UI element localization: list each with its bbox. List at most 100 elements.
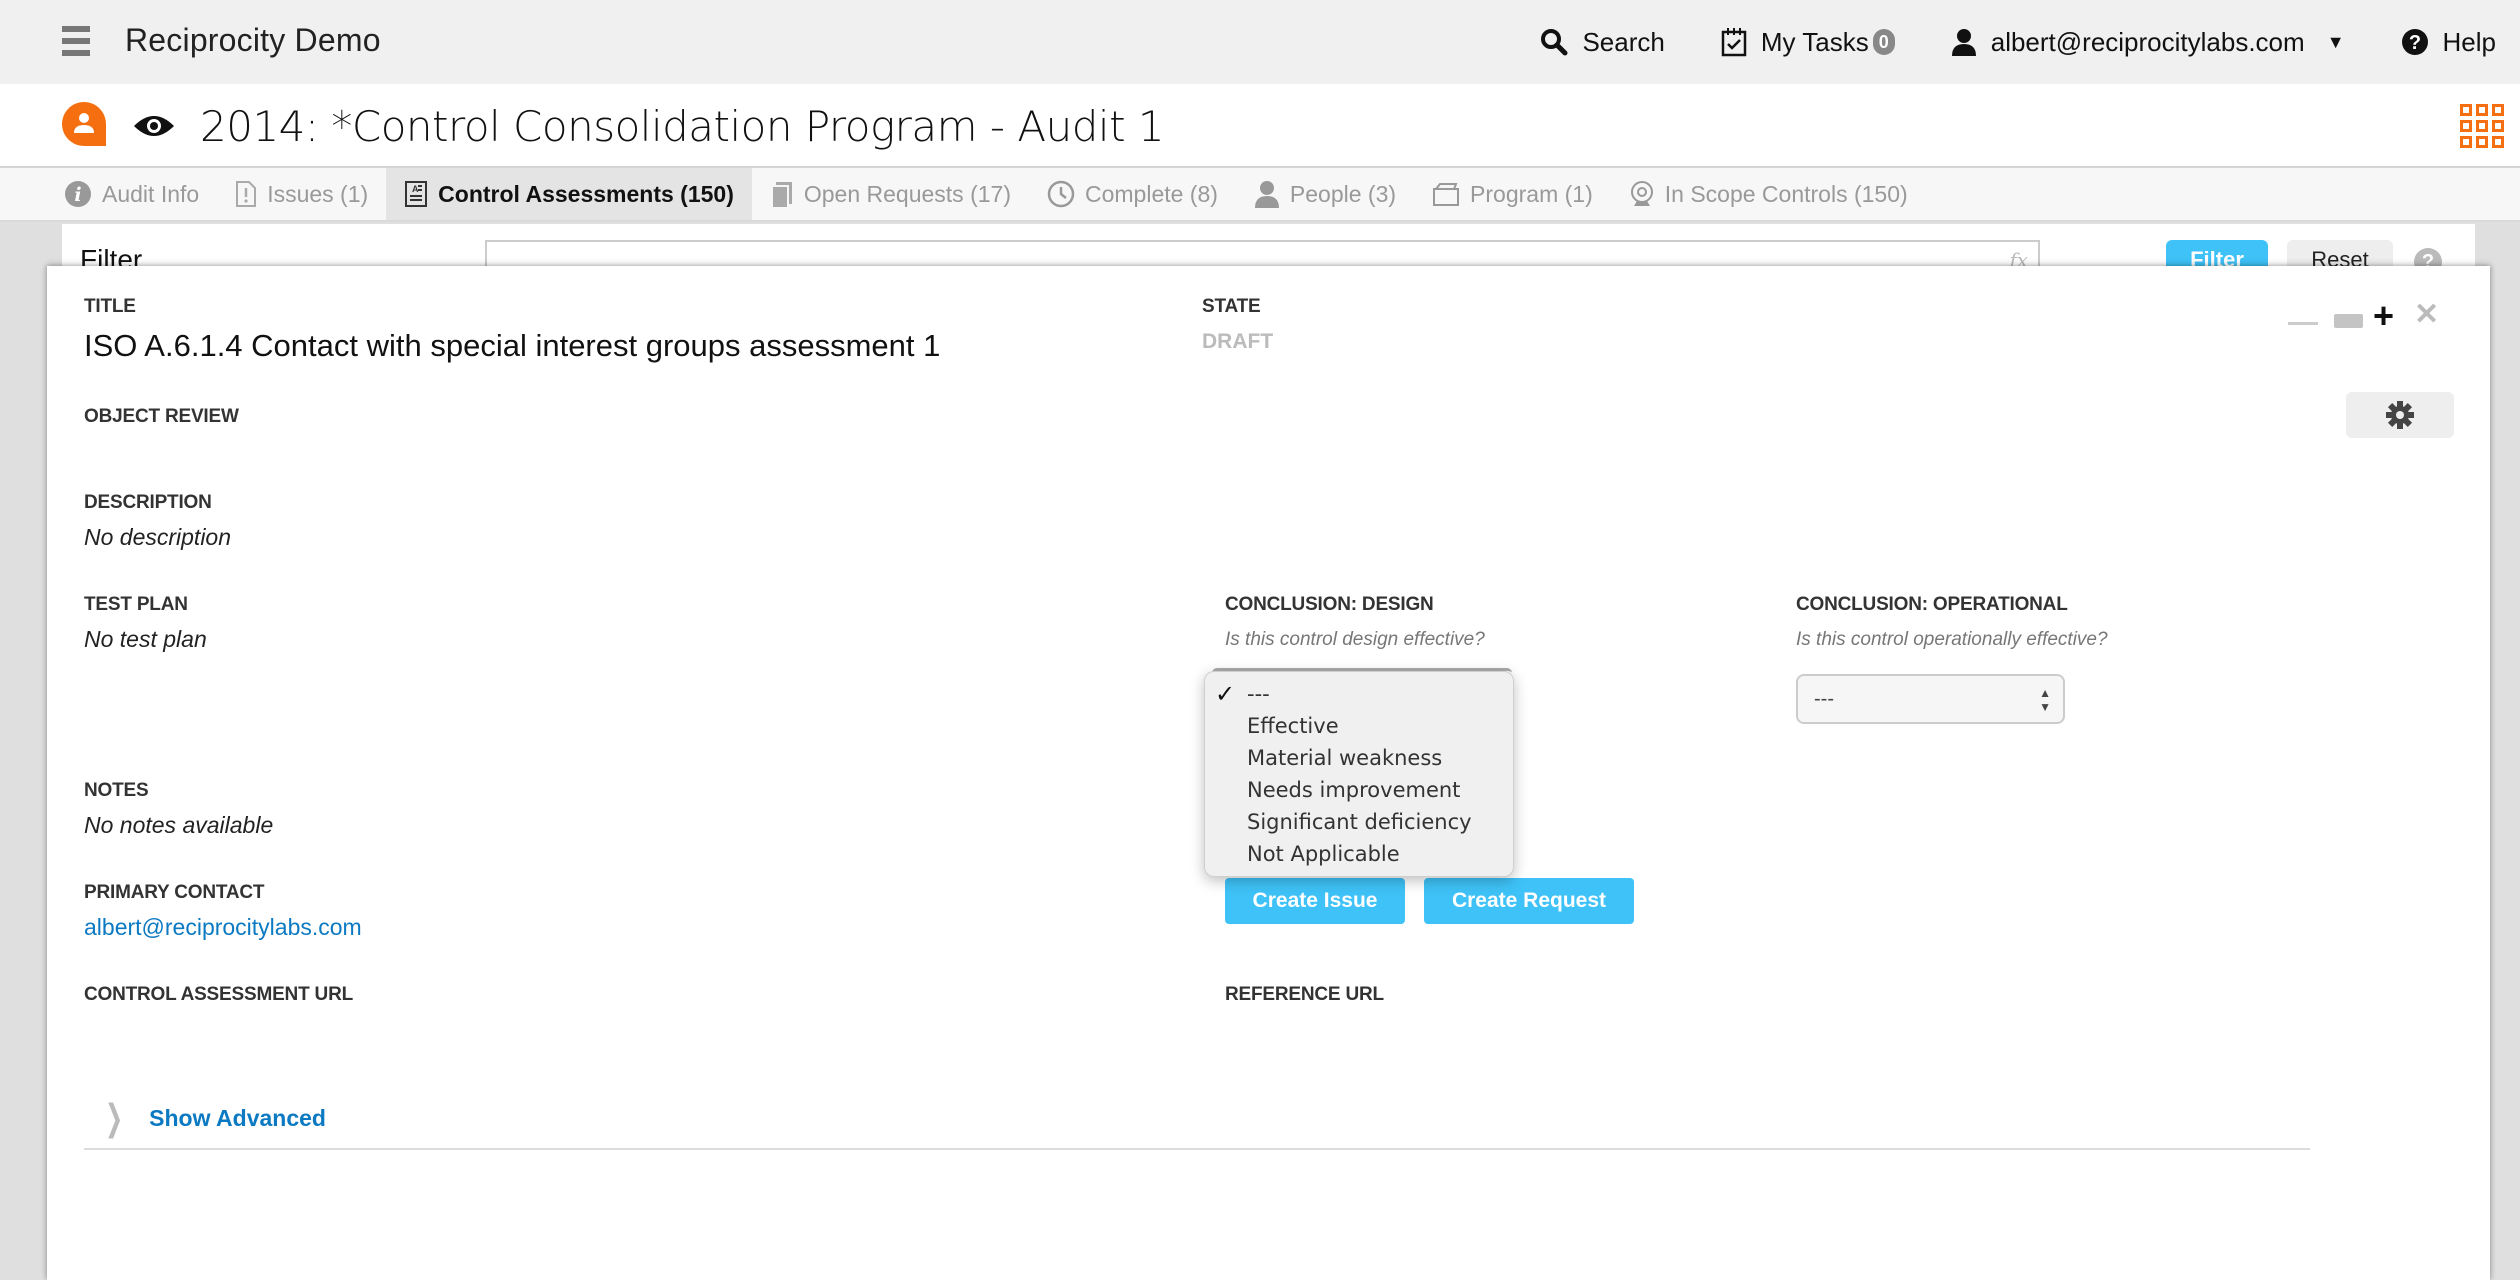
conclusion-design-label: CONCLUSION: DESIGN	[1225, 594, 1434, 615]
notes-label: NOTES	[84, 780, 149, 801]
select-arrows-icon: ▲ ▼	[2039, 686, 2051, 714]
tab-label: Program (1)	[1470, 180, 1593, 207]
tab-complete[interactable]: Complete (8)	[1029, 168, 1236, 220]
search-link[interactable]: Search	[1540, 26, 1665, 58]
option-label: Significant deficiency	[1247, 810, 1472, 834]
page-title: 2014: *Control Consolidation Program - A…	[200, 102, 1165, 151]
chevron-right-icon: ❯	[105, 1098, 124, 1139]
tab-open-requests[interactable]: Open Requests (17)	[752, 168, 1029, 220]
issue-icon	[236, 181, 257, 207]
object-review-label: OBJECT REVIEW	[84, 406, 239, 427]
tab-issues[interactable]: Issues (1)	[217, 168, 386, 220]
tab-in-scope-controls[interactable]: In Scope Controls (150)	[1611, 168, 1926, 220]
divider	[84, 1148, 2310, 1150]
dropdown-option[interactable]: Effective	[1205, 710, 1513, 742]
notes-value: No notes available	[84, 812, 274, 838]
gear-icon	[2386, 401, 2414, 429]
conclusion-operational-label: CONCLUSION: OPERATIONAL	[1796, 594, 2068, 615]
info-icon: i	[65, 181, 91, 207]
tab-label: Control Assessments (150)	[438, 180, 734, 207]
tab-label: People (3)	[1289, 180, 1397, 207]
conclusion-operational-select[interactable]: --- ▲ ▼	[1796, 674, 2065, 724]
help-icon: ?	[2401, 29, 2428, 55]
dropdown-option[interactable]: ✓ ---	[1205, 678, 1513, 710]
page-header: 2014: *Control Consolidation Program - A…	[0, 84, 2520, 168]
user-menu[interactable]: albert@reciprocitylabs.com ▼	[1951, 27, 2345, 58]
folder-icon	[1433, 183, 1460, 206]
close-button[interactable]: ✕	[2414, 300, 2439, 330]
description-label: DESCRIPTION	[84, 492, 212, 513]
top-navigation-bar: Reciprocity Demo Search My Tasks 0 alber…	[0, 0, 2520, 84]
state-value: DRAFT	[1202, 330, 1274, 353]
tab-label: Open Requests (17)	[803, 180, 1011, 207]
assessment-icon: A	[405, 181, 428, 207]
help-label: Help	[2442, 26, 2496, 57]
svg-text:?: ?	[2408, 32, 2420, 54]
tab-control-assessments[interactable]: A Control Assessments (150)	[386, 168, 752, 220]
my-tasks-link[interactable]: My Tasks 0	[1721, 27, 1895, 58]
tab-label: In Scope Controls (150)	[1664, 180, 1908, 207]
caret-down-icon: ▼	[2326, 31, 2345, 52]
expand-button[interactable]: +	[2373, 298, 2394, 334]
my-tasks-label: My Tasks	[1760, 26, 1869, 57]
top-nav-links: Search My Tasks 0 albert@reciprocitylabs…	[1540, 0, 2520, 84]
description-value: No description	[84, 524, 232, 550]
eye-icon[interactable]	[132, 112, 176, 140]
selected-value: ---	[1814, 688, 1834, 710]
test-plan-label: TEST PLAN	[84, 594, 188, 615]
settings-button[interactable]	[2346, 392, 2454, 438]
create-request-button[interactable]: Create Request	[1424, 878, 1634, 924]
tasks-count-badge: 0	[1872, 29, 1895, 55]
user-icon	[1951, 29, 1976, 56]
clock-icon	[1047, 180, 1075, 208]
tab-label: Issues (1)	[267, 180, 369, 207]
show-advanced-toggle[interactable]: ❯ Show Advanced	[99, 1098, 326, 1139]
tab-label: Complete (8)	[1084, 180, 1218, 207]
minimize-button[interactable]	[2288, 322, 2318, 325]
user-email: albert@reciprocitylabs.com	[1990, 26, 2305, 57]
person-icon	[74, 113, 94, 133]
tab-program[interactable]: Program (1)	[1414, 168, 1611, 220]
tab-bar: i Audit Info Issues (1) A Control Assess…	[0, 168, 2520, 222]
help-link[interactable]: ? Help	[2401, 27, 2496, 58]
dropdown-option[interactable]: Material weakness	[1205, 742, 1513, 774]
search-icon	[1541, 29, 1568, 56]
option-label: Effective	[1247, 714, 1339, 738]
apps-grid-icon[interactable]	[2460, 104, 2504, 148]
calendar-check-icon	[1721, 28, 1747, 57]
create-issue-button[interactable]: Create Issue	[1225, 878, 1405, 924]
person-icon	[1254, 181, 1279, 208]
svg-text:i: i	[74, 184, 81, 206]
primary-contact-link[interactable]: albert@reciprocitylabs.com	[84, 914, 362, 941]
conclusion-design-help: Is this control design effective?	[1225, 629, 1485, 650]
reference-url-label: REFERENCE URL	[1225, 984, 1384, 1005]
option-label: ---	[1247, 682, 1270, 706]
conclusion-design-dropdown: ✓ --- Effective Material weakness Needs i…	[1204, 671, 1514, 877]
tab-people[interactable]: People (3)	[1236, 168, 1414, 220]
assessment-title: ISO A.6.1.4 Contact with special interes…	[84, 328, 941, 363]
conclusion-operational-help: Is this control operationally effective?	[1796, 629, 2108, 650]
assessment-info-panel: TITLE ISO A.6.1.4 Contact with special i…	[47, 266, 2490, 1280]
tab-audit-info[interactable]: i Audit Info	[62, 168, 217, 220]
control-assessment-url-label: CONTROL ASSESSMENT URL	[84, 984, 354, 1005]
state-label: STATE	[1202, 296, 1261, 317]
menu-icon[interactable]	[62, 26, 90, 56]
dropdown-option[interactable]: Not Applicable	[1205, 838, 1513, 870]
role-badge	[62, 102, 106, 146]
tab-label: Audit Info	[102, 180, 200, 207]
option-label: Material weakness	[1247, 746, 1443, 770]
title-label: TITLE	[84, 296, 136, 317]
checkmark-icon: ✓	[1215, 680, 1236, 708]
request-icon	[770, 182, 792, 208]
dropdown-option[interactable]: Needs improvement	[1205, 774, 1513, 806]
svg-text:A: A	[412, 184, 419, 194]
search-label: Search	[1582, 26, 1665, 57]
dropdown-option[interactable]: Significant deficiency	[1205, 806, 1513, 838]
test-plan-value: No test plan	[84, 626, 207, 652]
option-label: Needs improvement	[1247, 778, 1461, 802]
app-name[interactable]: Reciprocity Demo	[125, 22, 381, 59]
restore-button[interactable]	[2334, 314, 2363, 328]
option-label: Not Applicable	[1247, 842, 1400, 866]
primary-contact-label: PRIMARY CONTACT	[84, 882, 265, 903]
show-advanced-label: Show Advanced	[149, 1105, 326, 1131]
